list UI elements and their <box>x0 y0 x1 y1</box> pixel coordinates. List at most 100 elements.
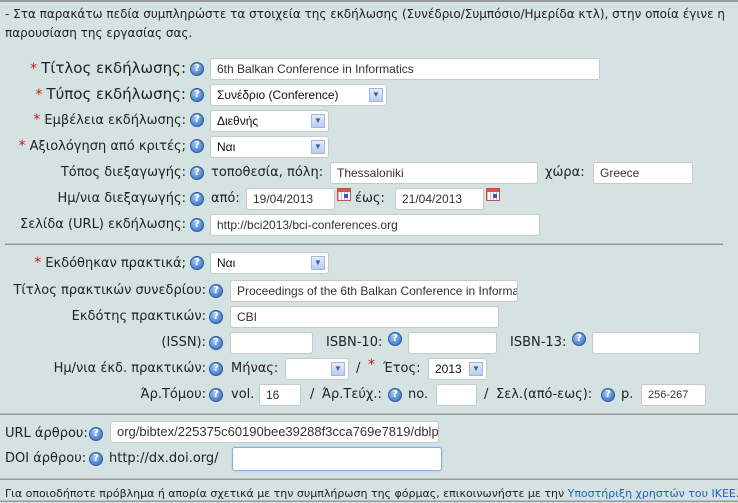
help-glyph: ? <box>576 333 582 344</box>
peer-review-select[interactable]: Ναι ▼ <box>210 136 329 158</box>
footer-help-text: Για οποιοδήποτε πρόβλημα ή απορία σχετικ… <box>5 487 738 500</box>
issn-label: (ISSN): <box>161 335 206 350</box>
help-icon[interactable]: ? <box>209 388 223 402</box>
isbn13-label: ISBN-13: <box>510 335 567 350</box>
required-mark: * <box>18 138 26 154</box>
calendar-icon[interactable] <box>486 188 500 201</box>
help-icon[interactable]: ? <box>190 256 204 270</box>
help-glyph: ? <box>194 193 200 204</box>
chevron-down-icon: ▼ <box>369 88 383 102</box>
help-glyph: ? <box>194 114 200 125</box>
month-label: Μήνας: <box>231 361 279 376</box>
calendar-icon[interactable] <box>337 188 351 201</box>
required-mark: * <box>34 255 42 271</box>
event-scope-label: * Εμβέλεια εκδήλωσης: <box>33 112 186 128</box>
event-url-label: Σελίδα (URL) εκδήλωσης: <box>19 217 186 232</box>
p-prefix: p. <box>621 387 634 402</box>
help-glyph: ? <box>213 337 219 348</box>
peer-review-label-text: Αξιολόγηση από κριτές; <box>29 139 186 154</box>
help-glyph: ? <box>194 140 200 151</box>
peer-review-value: Ναι <box>217 140 236 154</box>
help-icon[interactable]: ? <box>209 310 223 324</box>
proceedings-published-select[interactable]: Ναι ▼ <box>210 252 329 274</box>
help-glyph: ? <box>194 167 200 178</box>
event-title-input[interactable]: 6th Balkan Conference in Informatics <box>210 58 600 80</box>
to-label: έως: <box>355 191 385 206</box>
publisher-input[interactable]: CBI <box>230 306 499 328</box>
support-link[interactable]: Υποστήριξη χρηστών του ΙΚΕΕ <box>568 487 736 500</box>
pages-label: Σελ.(από-εως): <box>496 387 593 402</box>
event-url-input[interactable]: http://bci2013/bci-conferences.org <box>210 214 540 236</box>
volume-input[interactable]: 16 <box>259 384 301 406</box>
help-icon[interactable]: ? <box>190 166 204 180</box>
doi-prefix: http://dx.doi.org/ <box>109 451 219 466</box>
chevron-down-icon: ▼ <box>311 140 325 154</box>
slash-separator: / <box>484 387 489 402</box>
city-label: τοποθεσία, πόλη: <box>211 165 324 180</box>
help-icon[interactable]: ? <box>190 139 204 153</box>
article-url-input[interactable]: org/bibtex/225375c60190bee39288f3cca769e… <box>110 421 439 443</box>
isbn10-input[interactable] <box>408 332 497 354</box>
event-type-label: * Τύπος εκδήλωσης: <box>35 85 186 103</box>
country-input[interactable]: Greece <box>593 162 693 184</box>
section-divider <box>5 243 723 245</box>
issue-label: Άρ.Τεύχ.: <box>322 387 382 402</box>
dates-label: Ημ/νια διεξαγωγής: <box>57 191 186 206</box>
help-icon[interactable]: ? <box>572 332 586 346</box>
volume-label: Άρ.Τόμου: <box>140 387 206 402</box>
help-glyph: ? <box>93 428 99 439</box>
help-icon[interactable]: ? <box>190 218 204 232</box>
chevron-down-icon: ▼ <box>311 114 325 128</box>
chevron-down-icon: ▼ <box>311 256 325 270</box>
proceedings-title-label: Τίτλος πρακτικών συνεδρίου: <box>13 283 206 298</box>
publication-date-label: Ημ/νια έκδ. πρακτικών: <box>53 361 206 376</box>
isbn10-label: ISBN-10: <box>326 335 383 350</box>
isbn13-input[interactable] <box>592 332 700 354</box>
help-icon[interactable]: ? <box>209 336 223 350</box>
issn-input[interactable] <box>230 332 313 354</box>
help-icon[interactable]: ? <box>601 388 615 402</box>
help-glyph: ? <box>392 389 398 400</box>
pages-input[interactable]: 256-267 <box>641 384 706 406</box>
chevron-down-icon: ▼ <box>331 362 345 376</box>
help-icon[interactable]: ? <box>190 62 204 76</box>
proceedings-published-label: * Εκδόθηκαν πρακτικά; <box>34 255 186 271</box>
help-icon[interactable]: ? <box>209 362 223 376</box>
slash-separator: / <box>310 387 315 402</box>
proceedings-published-label-text: Εκδόθηκαν πρακτικά; <box>45 256 186 271</box>
issue-input[interactable] <box>436 384 477 406</box>
help-glyph: ? <box>213 389 219 400</box>
help-glyph: ? <box>194 219 200 230</box>
event-type-select[interactable]: Συνέδριο (Conference) ▼ <box>210 84 387 106</box>
help-glyph: ? <box>194 63 200 74</box>
no-prefix: no. <box>408 387 429 402</box>
help-icon[interactable]: ? <box>388 388 402 402</box>
help-icon[interactable]: ? <box>89 427 103 441</box>
help-glyph: ? <box>213 285 219 296</box>
slash-separator: / <box>356 361 361 376</box>
help-icon[interactable]: ? <box>190 88 204 102</box>
doi-input[interactable] <box>232 447 442 471</box>
help-glyph: ? <box>194 89 200 100</box>
proceedings-title-input[interactable]: Proceedings of the 6th Balkan Conference… <box>230 280 518 302</box>
help-icon[interactable]: ? <box>209 284 223 298</box>
event-type-label-text: Τύπος εκδήλωσης: <box>46 85 186 103</box>
help-icon[interactable]: ? <box>190 192 204 206</box>
from-label: από: <box>211 191 240 206</box>
help-icon[interactable]: ? <box>190 113 204 127</box>
end-date-input[interactable]: 21/04/2013 <box>395 188 484 210</box>
event-scope-label-text: Εμβέλεια εκδήλωσης: <box>44 113 186 128</box>
city-input[interactable]: Thessaloniki <box>330 162 538 184</box>
year-select[interactable]: 2013 ▼ <box>428 358 487 380</box>
help-icon[interactable]: ? <box>89 452 103 466</box>
article-url-label: URL άρθρου: <box>5 426 88 441</box>
bottom-divider <box>0 500 738 502</box>
help-icon[interactable]: ? <box>388 332 402 346</box>
month-select[interactable]: ▼ <box>285 358 349 380</box>
footer-divider <box>0 478 738 480</box>
event-scope-select[interactable]: Διεθνής ▼ <box>210 110 329 132</box>
start-date-input[interactable]: 19/04/2013 <box>246 188 335 210</box>
country-label: χώρα: <box>545 165 585 180</box>
help-glyph: ? <box>194 257 200 268</box>
venue-label: Τόπος διεξαγωγής: <box>60 165 186 180</box>
